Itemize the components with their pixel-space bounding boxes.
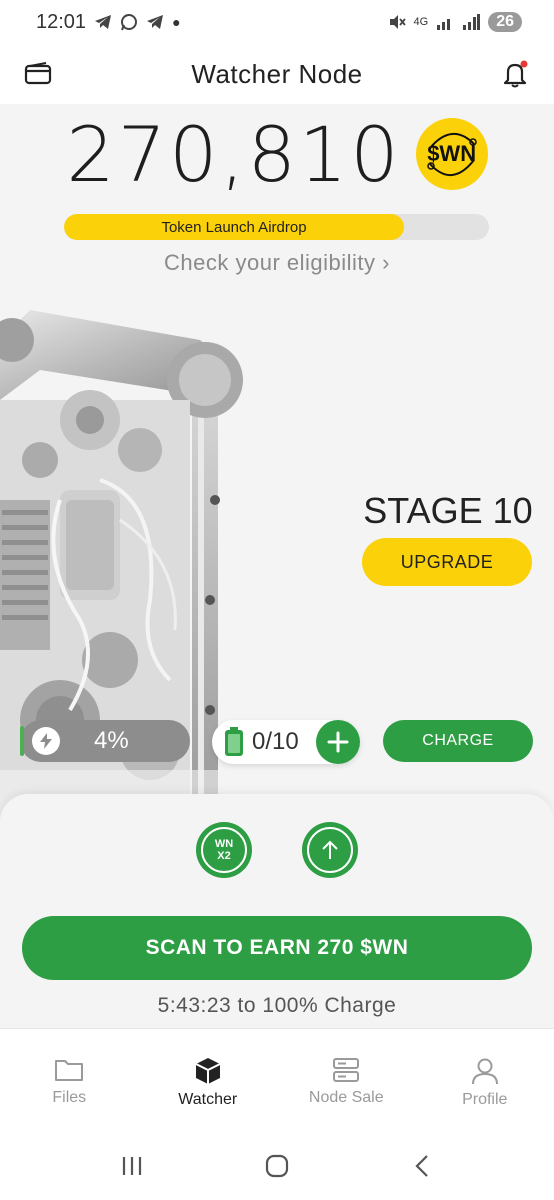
nav-profile-label: Profile <box>462 1091 508 1108</box>
network-type: 4G <box>413 16 429 28</box>
charge-time-remaining: 5:43:23 to 100% Charge <box>157 994 397 1017</box>
coin-label: $WN <box>427 141 477 166</box>
arrow-up-icon <box>307 827 353 873</box>
nav-watcher[interactable]: Watcher <box>139 1029 278 1132</box>
recent-apps-icon <box>123 1157 142 1175</box>
whatsapp-icon <box>121 14 138 31</box>
boost-label-top: WN <box>214 838 234 850</box>
wallet-icon <box>24 62 52 85</box>
battery-icon <box>225 727 243 756</box>
level-up-button[interactable] <box>302 822 358 878</box>
more-dot-icon: ● <box>172 14 181 30</box>
airdrop-progress-bar[interactable]: Token Launch Airdrop <box>64 214 489 240</box>
nav-node-sale[interactable]: Node Sale <box>277 1029 416 1132</box>
status-time: 12:01 <box>36 10 87 33</box>
status-bar: 12:01 ● 4G 26 <box>0 0 554 44</box>
boost-label-bottom: X2 <box>217 850 231 862</box>
signal-icon <box>437 19 451 30</box>
user-icon <box>471 1058 498 1085</box>
page-title: Watcher Node <box>191 58 363 89</box>
cube-icon <box>195 1058 221 1084</box>
main-content: 270,810 $WN Token Launch Airdrop Check y… <box>0 104 554 1028</box>
energy-level-fill <box>20 726 24 756</box>
add-battery-button[interactable] <box>316 720 360 764</box>
battery-indicator: 26 <box>488 12 522 32</box>
recent-apps-button[interactable] <box>112 1146 152 1186</box>
home-button[interactable] <box>257 1146 297 1186</box>
charge-button[interactable]: CHARGE <box>383 720 533 762</box>
battery-count-pill: 0/10 <box>212 720 360 764</box>
mute-icon <box>389 15 406 29</box>
app-header: Watcher Node <box>0 44 554 104</box>
plus-icon <box>327 731 349 753</box>
telegram-icon <box>95 15 112 29</box>
stage-label: STAGE 10 <box>363 490 533 531</box>
airdrop-label: Token Launch Airdrop <box>161 218 307 236</box>
check-eligibility-link[interactable]: Check your eligibility › <box>0 250 554 276</box>
token-balance: 270,810 <box>66 109 402 199</box>
bell-icon <box>503 60 528 88</box>
home-icon <box>265 1154 289 1178</box>
energy-level-pill: 4% <box>20 720 190 762</box>
scan-to-earn-button[interactable]: SCAN TO EARN 270 $WN <box>22 916 532 980</box>
nav-profile[interactable]: Profile <box>416 1029 554 1132</box>
energy-percent: 4% <box>94 727 129 754</box>
telegram-icon-2 <box>147 15 164 29</box>
upgrade-button[interactable]: UPGRADE <box>362 538 532 586</box>
server-icon <box>333 1058 360 1082</box>
bottom-nav: Files Watcher Node Sale Profile <box>0 1028 554 1132</box>
battery-count: 0/10 <box>252 728 299 755</box>
wn-x2-icon: WN X2 <box>201 827 247 873</box>
system-navigation-bar <box>0 1132 554 1200</box>
balance-row: 270,810 $WN <box>0 104 554 204</box>
wn-coin-icon: $WN <box>415 118 488 190</box>
nav-files-label: Files <box>52 1089 87 1106</box>
earn-card: WN X2 SCAN TO EARN 270 $WN 5:43:23 to 10… <box>0 794 554 1028</box>
back-icon <box>415 1155 428 1177</box>
lightning-icon <box>32 727 60 755</box>
back-button[interactable] <box>402 1146 442 1186</box>
folder-icon <box>55 1060 84 1081</box>
nav-node-sale-label: Node Sale <box>308 1089 384 1106</box>
nav-watcher-label: Watcher <box>178 1091 238 1108</box>
notifications-button[interactable] <box>498 56 534 92</box>
signal-icon-2 <box>463 14 481 30</box>
wn-x2-boost-button[interactable]: WN X2 <box>196 822 252 878</box>
wallet-button[interactable] <box>20 56 56 92</box>
nav-files[interactable]: Files <box>0 1029 139 1132</box>
